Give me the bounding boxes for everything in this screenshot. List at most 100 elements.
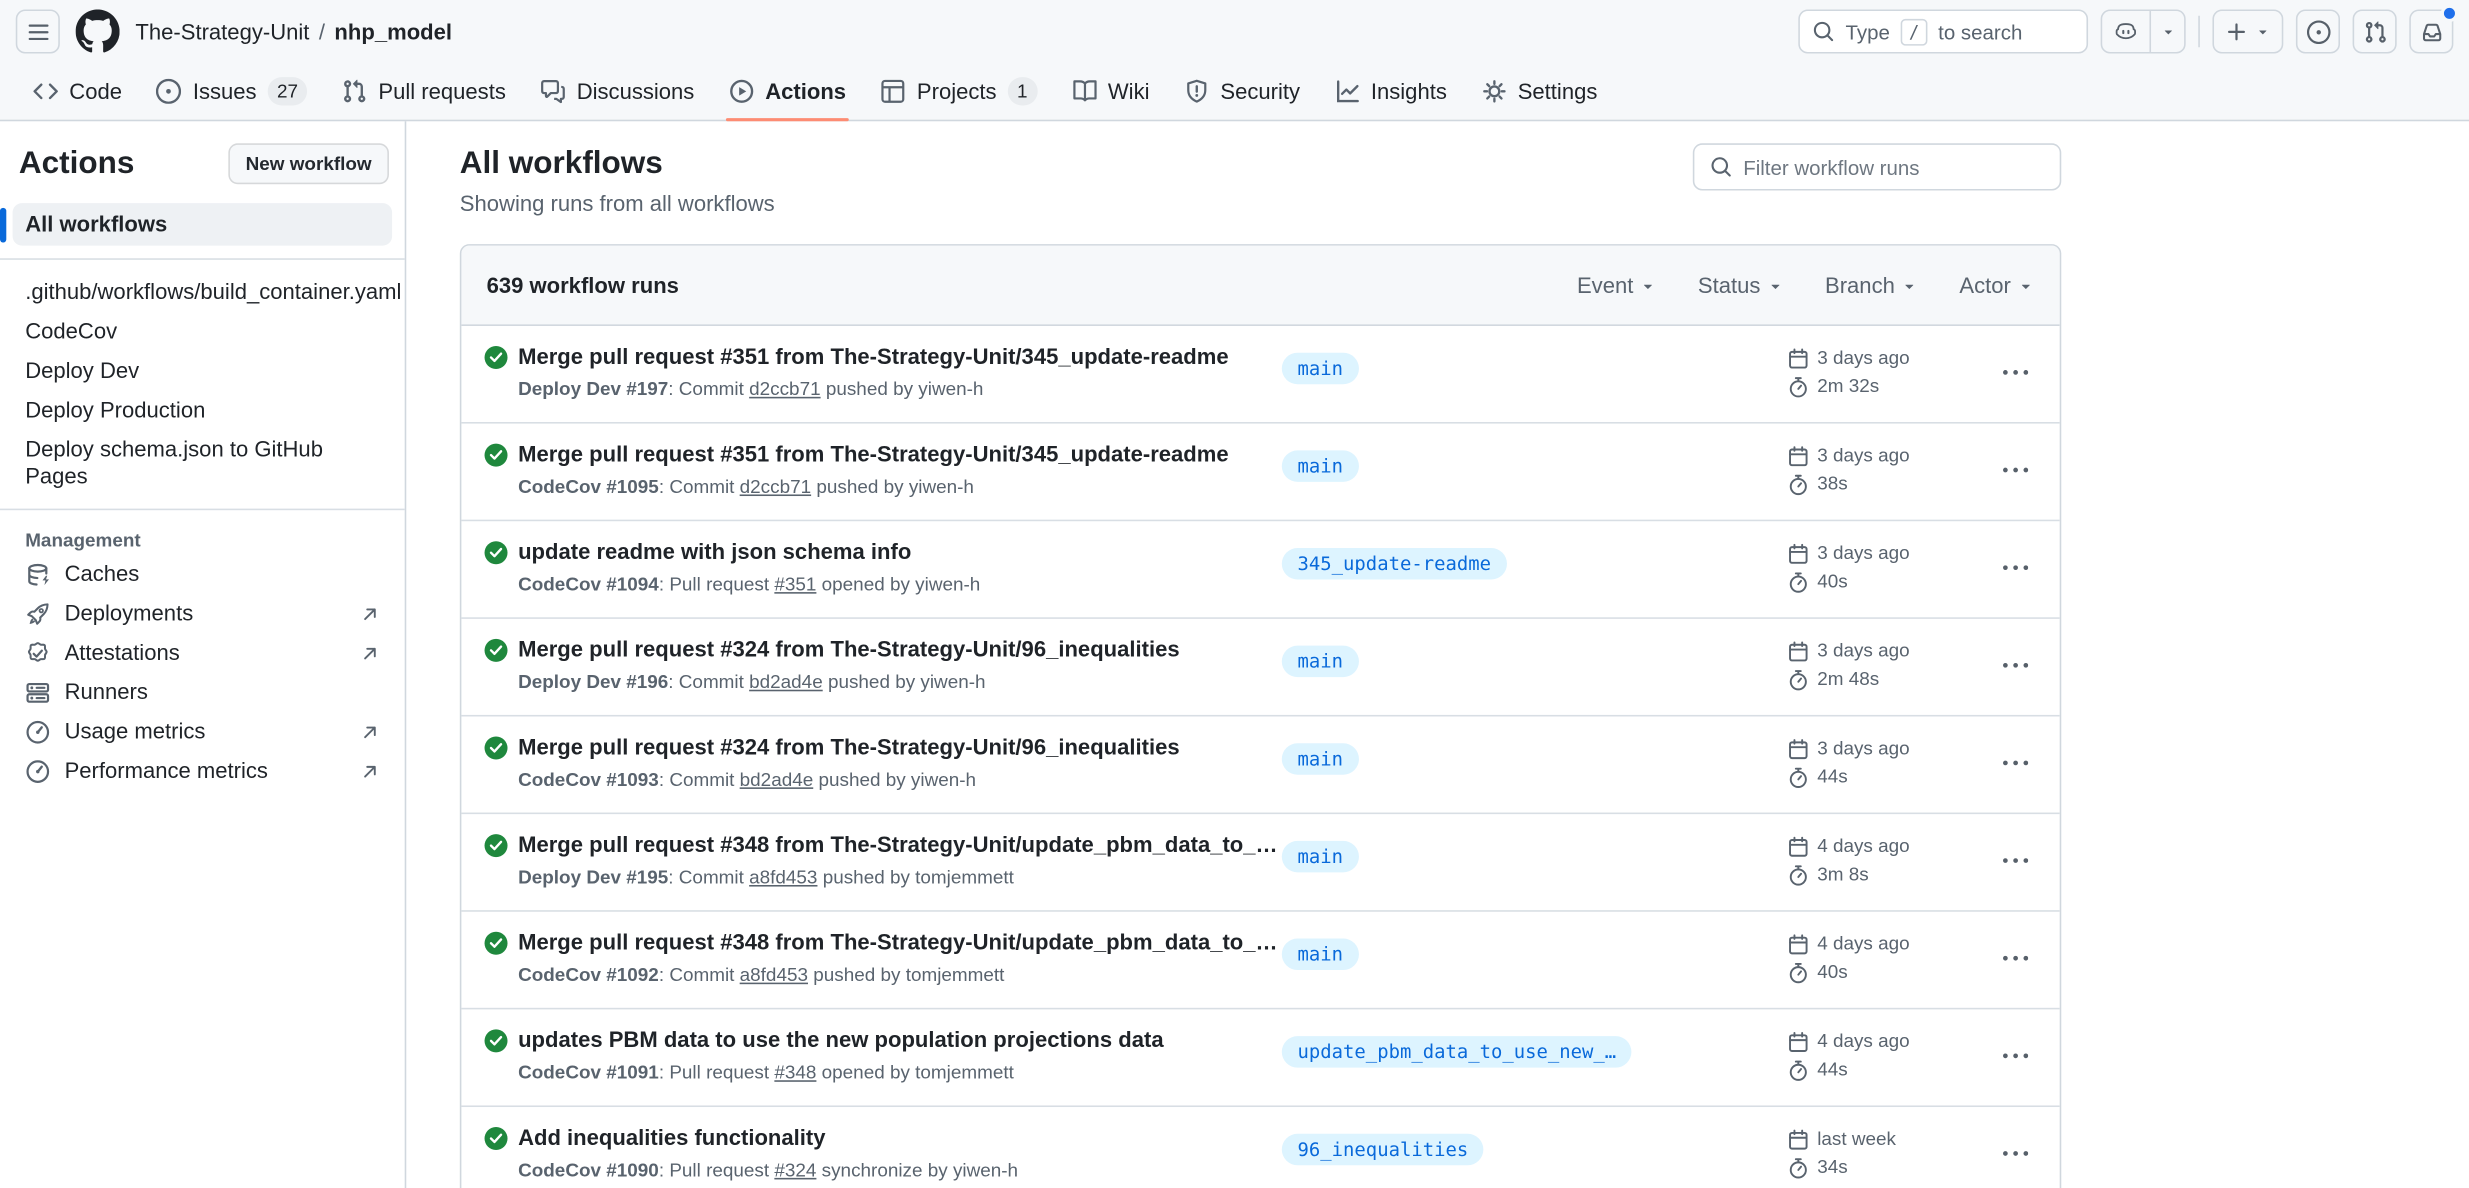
- run-ref-link[interactable]: a8fd453: [749, 866, 817, 888]
- sidebar-workflow-link[interactable]: Deploy Production: [13, 391, 393, 430]
- copilot-menu-caret[interactable]: [2149, 11, 2184, 52]
- run-options-button[interactable]: [1997, 1037, 2035, 1075]
- tab-wiki[interactable]: Wiki: [1057, 63, 1163, 120]
- run-title-link[interactable]: Merge pull request #348 from The-Strateg…: [518, 927, 1282, 957]
- run-ref-link[interactable]: a8fd453: [740, 964, 808, 986]
- branch-badge[interactable]: 345_update-readme: [1282, 548, 1507, 579]
- run-duration: 2m 48s: [1817, 666, 1879, 693]
- run-timing: 3 days ago 44s: [1787, 732, 1992, 792]
- github-logo[interactable]: [76, 9, 120, 53]
- tab-label: Wiki: [1108, 79, 1150, 104]
- tab-security[interactable]: Security: [1170, 63, 1314, 120]
- run-options-button[interactable]: [1997, 451, 2035, 489]
- sidebar-item-attestations[interactable]: Attestations: [13, 633, 393, 672]
- run-options-button[interactable]: [1997, 1135, 2035, 1173]
- tab-issues[interactable]: Issues 27: [142, 63, 321, 120]
- run-ref-link[interactable]: #351: [774, 573, 816, 595]
- filter-event[interactable]: Event: [1577, 272, 1657, 297]
- sidebar-item-deployments[interactable]: Deployments: [13, 594, 393, 633]
- new-workflow-button[interactable]: New workflow: [228, 143, 389, 184]
- run-title-link[interactable]: Merge pull request #348 from The-Strateg…: [518, 830, 1282, 860]
- run-title-link[interactable]: update readme with json schema info: [518, 537, 1282, 567]
- run-meta: Deploy Dev #196: Commit bd2ad4e pushed b…: [518, 669, 1282, 696]
- run-options-button[interactable]: [1997, 744, 2035, 782]
- tab-projects[interactable]: Projects 1: [867, 63, 1052, 120]
- sidebar-item-all-workflows[interactable]: All workflows: [13, 203, 393, 246]
- run-ref-link[interactable]: #348: [774, 1061, 816, 1083]
- run-options-button[interactable]: [1997, 842, 2035, 880]
- slash-key-hint: /: [1901, 18, 1927, 45]
- play-icon: [729, 79, 754, 104]
- branch-badge[interactable]: 96_inequalities: [1282, 1134, 1484, 1165]
- tab-counter: 1: [1008, 77, 1037, 105]
- run-title-link[interactable]: Merge pull request #324 from The-Strateg…: [518, 732, 1282, 762]
- filter-actor[interactable]: Actor: [1959, 272, 2034, 297]
- run-title-link[interactable]: Add inequalities functionality: [518, 1123, 1282, 1153]
- filter-branch[interactable]: Branch: [1825, 272, 1918, 297]
- run-options-button[interactable]: [1997, 549, 2035, 587]
- copilot-button[interactable]: [2101, 9, 2186, 53]
- run-ref-link[interactable]: bd2ad4e: [749, 671, 823, 693]
- run-workflow-name: CodeCov #1095: [518, 476, 659, 498]
- tab-insights[interactable]: Insights: [1320, 63, 1461, 120]
- cache-icon: [25, 561, 50, 586]
- runs-list: Merge pull request #351 from The-Strateg…: [461, 326, 2059, 1188]
- tab-pull-requests[interactable]: Pull requests: [328, 63, 520, 120]
- branch-badge[interactable]: main: [1282, 450, 1359, 481]
- breadcrumb-repo-link[interactable]: nhp_model: [334, 19, 452, 44]
- filter-workflow-runs-input[interactable]: [1743, 155, 2044, 179]
- tab-code[interactable]: Code: [19, 63, 136, 120]
- branch-badge[interactable]: main: [1282, 939, 1359, 970]
- branch-badge[interactable]: main: [1282, 841, 1359, 872]
- sidebar-item-runners[interactable]: Runners: [13, 672, 393, 711]
- run-date: 3 days ago: [1817, 540, 1909, 567]
- branch-badge[interactable]: main: [1282, 646, 1359, 677]
- pull-requests-header-button[interactable]: [2353, 9, 2397, 53]
- filter-workflow-runs-box[interactable]: [1693, 143, 2061, 190]
- management-item-label: Attestations: [65, 639, 180, 666]
- sidebar-workflow-link[interactable]: .github/workflows/build_container.yaml: [13, 272, 393, 311]
- run-ref-link[interactable]: #324: [774, 1159, 816, 1181]
- sidebar-item-usage-metrics[interactable]: Usage metrics: [13, 712, 393, 751]
- run-title-link[interactable]: Merge pull request #351 from The-Strateg…: [518, 342, 1282, 372]
- sidebar-workflow-link[interactable]: Deploy Dev: [13, 351, 393, 390]
- branch-badge[interactable]: main: [1282, 353, 1359, 384]
- global-search-input[interactable]: Type / to search: [1798, 9, 2088, 53]
- sidebar-title: Actions: [19, 143, 134, 184]
- run-ref-link[interactable]: d2ccb71: [749, 378, 820, 400]
- run-options-button[interactable]: [1997, 354, 2035, 392]
- run-title-link[interactable]: updates PBM data to use the new populati…: [518, 1025, 1282, 1055]
- run-title-link[interactable]: Merge pull request #324 from The-Strateg…: [518, 635, 1282, 665]
- unread-notification-dot: [2441, 5, 2458, 22]
- run-duration: 40s: [1817, 568, 1847, 595]
- create-new-button[interactable]: [2212, 9, 2283, 53]
- sidebar-item-caches[interactable]: Caches: [13, 554, 393, 593]
- run-ref-link[interactable]: bd2ad4e: [740, 768, 814, 790]
- run-title-link[interactable]: Merge pull request #351 from The-Strateg…: [518, 439, 1282, 469]
- workflow-run-row: Merge pull request #348 from The-Strateg…: [461, 910, 2059, 1008]
- calendar-icon: [1787, 542, 1809, 564]
- filter-status[interactable]: Status: [1698, 272, 1784, 297]
- hamburger-menu-button[interactable]: [16, 9, 60, 53]
- tab-actions[interactable]: Actions: [715, 63, 860, 120]
- branch-badge[interactable]: update_pbm_data_to_use_new_…: [1282, 1036, 1632, 1067]
- issues-header-button[interactable]: [2296, 9, 2340, 53]
- sidebar-workflow-link[interactable]: CodeCov: [13, 312, 393, 351]
- check-circle-success-icon: [483, 345, 508, 370]
- external-link-icon: [361, 604, 380, 623]
- sidebar-workflow-link[interactable]: Deploy schema.json to GitHub Pages: [13, 430, 393, 496]
- tab-label: Actions: [765, 79, 846, 104]
- tab-settings[interactable]: Settings: [1467, 63, 1611, 120]
- calendar-icon: [1787, 738, 1809, 760]
- tab-label: Settings: [1518, 79, 1598, 104]
- run-options-button[interactable]: [1997, 646, 2035, 684]
- inbox-button[interactable]: [2409, 9, 2453, 53]
- run-options-button[interactable]: [1997, 939, 2035, 977]
- breadcrumb-org-link[interactable]: The-Strategy-Unit: [135, 19, 309, 44]
- sidebar-item-performance-metrics[interactable]: Performance metrics: [13, 751, 393, 790]
- tab-discussions[interactable]: Discussions: [526, 63, 708, 120]
- run-ref-link[interactable]: d2ccb71: [740, 476, 811, 498]
- branch-badge[interactable]: main: [1282, 743, 1359, 774]
- calendar-icon: [1787, 835, 1809, 857]
- kebab-icon: [2003, 1141, 2028, 1166]
